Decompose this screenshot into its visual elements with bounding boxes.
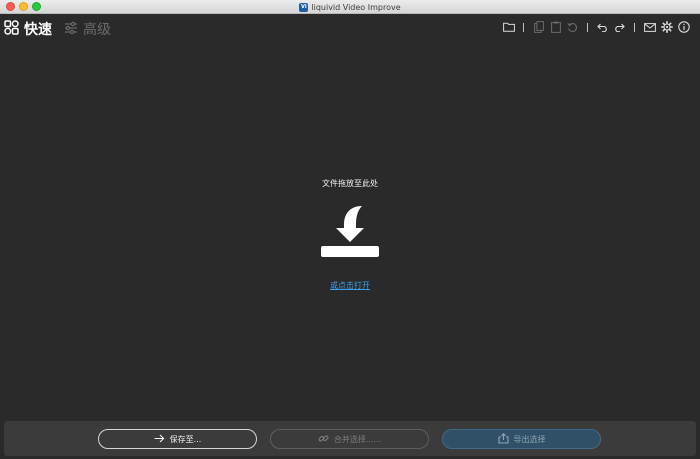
toolbar [500,19,692,35]
tab-quick-label: 快速 [24,22,52,38]
reset-icon[interactable] [566,21,579,34]
info-icon[interactable] [677,21,690,34]
clipboard-icon[interactable] [549,21,562,34]
arrow-right-icon [154,434,165,445]
sliders-icon [64,20,78,39]
tab-advanced-label: 高级 [83,22,111,38]
window-title-group: VI liquivid Video Improve [0,0,700,14]
open-link-wrap: 或点击打开 [0,273,700,292]
app-window: VI liquivid Video Improve 快速 高级 文件拖放至此处 … [0,0,700,459]
save-to-button[interactable]: 保存至... [98,429,257,449]
link-icon [318,433,329,446]
title-bar: VI liquivid Video Improve [0,0,700,14]
export-selection-button[interactable]: 导出选择 [442,429,601,449]
open-file-link[interactable]: 或点击打开 [330,281,370,290]
toolbar-divider [634,22,635,32]
export-selection-label: 导出选择 [513,434,546,444]
export-icon [497,432,509,446]
folder-icon[interactable] [502,21,515,34]
download-tray-icon[interactable] [320,204,380,258]
gear-icon[interactable] [660,21,673,34]
drop-zone-title: 文件拖放至此处 [322,179,378,188]
window-title: liquivid Video Improve [311,2,401,12]
grid-icon [4,19,19,39]
mail-icon[interactable] [643,21,656,34]
merge-selection-label: 合并选择...... [333,434,382,444]
undo-icon[interactable] [596,21,609,34]
tab-advanced[interactable]: 高级 [64,19,111,39]
bottom-action-bar: 保存至... 合并选择...... 导出选择 [4,421,696,456]
toolbar-divider [523,22,524,32]
copy-icon[interactable] [532,21,545,34]
merge-selection-button[interactable]: 合并选择...... [270,429,429,449]
toolbar-divider [587,22,588,32]
redo-icon[interactable] [613,21,626,34]
save-to-label: 保存至... [169,434,202,444]
app-logo-icon: VI [299,2,309,12]
tab-quick[interactable]: 快速 [4,19,52,39]
